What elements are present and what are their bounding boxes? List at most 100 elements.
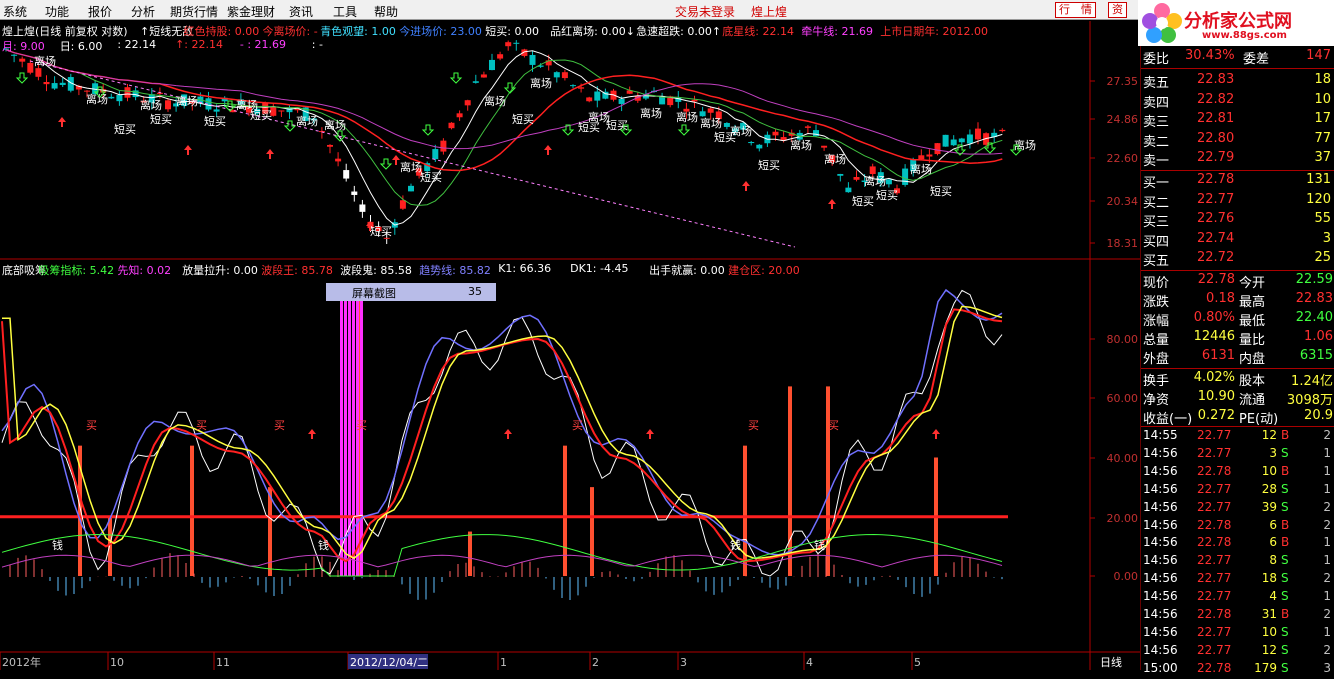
indicator-axis-label: 80.00	[1107, 333, 1139, 346]
top-legend2-item: ↑: 22.14	[175, 38, 224, 51]
tick-price: 22.77	[1197, 553, 1232, 568]
price-axis-label: 22.60	[1107, 152, 1139, 165]
top-legend-item: 红色持股: 0.00	[183, 25, 260, 38]
short-buy-signal-label: 短买	[250, 108, 272, 122]
candle-body	[19, 58, 26, 62]
short-buy-signal-label: 短买	[876, 188, 898, 202]
ask-level-label: 卖四	[1143, 95, 1170, 111]
menu-item-0[interactable]: 系统	[3, 3, 27, 20]
bid-level-label: 买二	[1143, 195, 1170, 211]
top-legend-item: 急速超跌: 0.00↑	[636, 25, 722, 38]
candle-body	[513, 42, 520, 44]
bid-price: 22.78	[1197, 172, 1235, 187]
candle-body	[804, 126, 811, 128]
tick-time: 14:56	[1143, 499, 1178, 514]
menu-bar: 系统 功能 报价 分析 期货行情 紫金理财 资讯 工具 帮助 交易未登录 煌上煌 行 情资	[0, 0, 1334, 20]
candle-body	[845, 187, 852, 193]
top-legend2-item: 日: 6.00	[59, 40, 103, 53]
candle-body	[586, 97, 593, 102]
chart-canvas[interactable]: 27.3524.8622.6020.3418.3180.0060.0040.00…	[0, 21, 1140, 670]
screenshot-tooltip[interactable]: 屏幕截图 35	[326, 283, 496, 301]
tick-row: 14:56 22.77 8 S 1	[1141, 553, 1334, 571]
quote-value2: 22.40	[1295, 310, 1333, 325]
date-axis-label: 10	[110, 656, 124, 669]
order-ratio-label: 委比	[1143, 52, 1170, 67]
quote-row: 涨跌 0.18 最高 22.83	[1141, 291, 1334, 310]
tick-row: 14:56 22.77 10 S 1	[1141, 625, 1334, 643]
bid-price: 22.72	[1197, 250, 1235, 265]
tick-price: 22.78	[1197, 607, 1232, 621]
candle-body	[408, 185, 414, 192]
bid-volume: 131	[1306, 172, 1331, 187]
ask-row[interactable]: 卖三 22.81 17	[1141, 111, 1334, 130]
bid-row[interactable]: 买五 22.72 25	[1141, 250, 1334, 269]
ask-row[interactable]: 卖一 22.79 37	[1141, 150, 1334, 169]
candle-body	[975, 128, 981, 140]
logo-url: www.88gs.com	[1202, 30, 1287, 41]
buy-signal-label: 买	[748, 419, 759, 432]
candle-body	[748, 141, 755, 144]
quote-value2: 6315	[1299, 348, 1333, 363]
order-diff-label: 委差	[1243, 52, 1270, 67]
candle-body	[505, 42, 512, 47]
ask-row[interactable]: 卖四 22.82 10	[1141, 92, 1334, 111]
bid-row[interactable]: 买三 22.76 55	[1141, 211, 1334, 230]
candle-body	[999, 129, 1006, 132]
ask-volume: 77	[1314, 130, 1331, 146]
bot-legend-item: 波段王: 85.78	[261, 264, 333, 277]
ask-price: 22.79	[1197, 150, 1235, 165]
short-buy-signal-label: 短买	[150, 112, 172, 126]
quote-value2: 22.59	[1295, 272, 1333, 287]
buy-signal-label: 买	[196, 419, 207, 432]
quote-row: 总量 12446 量比 1.06	[1141, 329, 1334, 348]
signal-column	[468, 531, 472, 576]
quote-row: 外盘 6131 内盘 6315	[1141, 348, 1334, 367]
tick-volume: 39	[1261, 499, 1277, 514]
ask-level-label: 卖二	[1143, 134, 1170, 150]
candle-body	[27, 62, 34, 73]
price-axis-label: 18.31	[1107, 237, 1139, 250]
menu-item-8[interactable]: 帮助	[374, 3, 398, 20]
candle-body	[966, 134, 973, 144]
bot-legend-item: 波段鬼: 85.58	[340, 264, 412, 277]
ask-row[interactable]: 卖五 22.83 18	[1141, 72, 1334, 91]
leave-signal-label: 离场	[34, 54, 56, 68]
date-axis-label: 1	[500, 656, 507, 669]
candle-body	[35, 68, 42, 77]
candle-body	[343, 170, 350, 179]
quote-row: 涨幅 0.80% 最低 22.40	[1141, 310, 1334, 329]
menu-item-6[interactable]: 资讯	[289, 3, 313, 20]
candle-body	[691, 99, 698, 102]
date-axis-label: 5	[914, 656, 921, 669]
tick-row: 14:56 22.77 39 S 2	[1141, 500, 1334, 518]
candle-body	[561, 72, 568, 79]
ask-row[interactable]: 卖二 22.80 77	[1141, 130, 1334, 150]
kline-chart-area[interactable]: 27.35 24.86 22.60 20.34 18.31 80.00 60.00 40.00…	[0, 21, 1140, 670]
tick-count: 1	[1323, 445, 1331, 460]
candle-body	[756, 144, 763, 149]
tick-volume: 12	[1261, 642, 1277, 657]
info-tab-button[interactable]: 资	[1108, 2, 1127, 18]
quote-tab-button[interactable]: 行 情	[1055, 2, 1096, 18]
bid-row[interactable]: 买一 22.78 131	[1141, 172, 1334, 191]
fund-label: 净资	[1143, 393, 1170, 408]
candle-body	[359, 204, 366, 212]
top-legend-item: 底星线: 22.14	[722, 25, 794, 38]
menu-item-4[interactable]: 期货行情	[170, 3, 218, 20]
menu-item-3[interactable]: 分析	[131, 3, 155, 20]
bot-legend-item: 出手就赢: 0.00	[649, 264, 725, 277]
tick-volume: 4	[1269, 589, 1277, 604]
bid-row[interactable]: 买二 22.77 120	[1141, 192, 1334, 211]
menu-item-2[interactable]: 报价	[88, 3, 112, 20]
menu-item-1[interactable]: 功能	[45, 3, 69, 20]
bid-row[interactable]: 买四 22.74 3	[1141, 231, 1334, 250]
menu-item-7[interactable]: 工具	[333, 3, 357, 20]
candle-body	[553, 72, 560, 78]
ask-volume: 37	[1314, 150, 1331, 165]
menu-item-5[interactable]: 紫金理财	[227, 3, 275, 20]
period-label[interactable]: 日线	[1100, 655, 1122, 669]
short-buy-signal-label: 短买	[204, 114, 226, 128]
short-buy-signal-label: 短买	[758, 158, 780, 172]
date-axis-label: 3	[680, 656, 687, 669]
tick-volume: 12	[1261, 428, 1277, 442]
